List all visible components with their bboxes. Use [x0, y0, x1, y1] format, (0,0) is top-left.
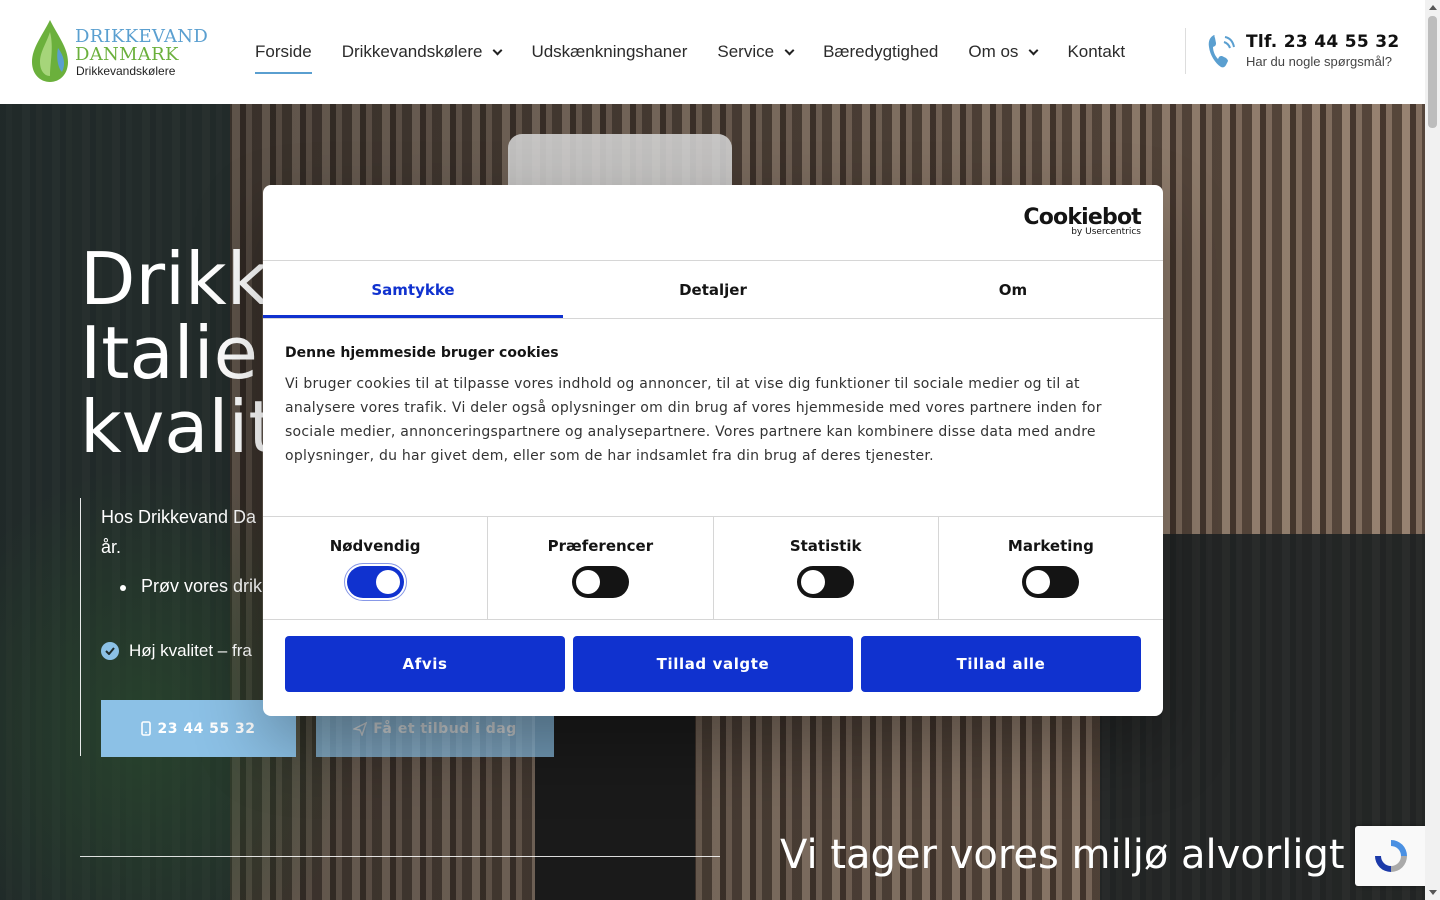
- scroll-up-arrow[interactable]: [1429, 5, 1437, 10]
- hero-accent-line: [80, 498, 81, 756]
- mobile-icon: [141, 721, 152, 736]
- category-statistics: Statistik: [714, 517, 939, 619]
- nav-item-kontakt[interactable]: Kontakt: [1067, 40, 1125, 64]
- site-header: Drikkevand Danmark Drikkevandskølere For…: [0, 0, 1425, 104]
- preferences-toggle[interactable]: [571, 566, 629, 598]
- dialog-divider: [263, 318, 1163, 319]
- tab-om[interactable]: Om: [863, 261, 1163, 318]
- header-divider: [1185, 28, 1186, 74]
- nav-item-udskænkningshaner[interactable]: Udskænkningshaner: [531, 40, 687, 64]
- nav-item-drikkevandskølere[interactable]: Drikkevandskølere: [341, 40, 503, 64]
- phone-icon: [1208, 35, 1235, 68]
- chevron-down-icon: [1028, 45, 1039, 55]
- get-offer-button-label: Få et tilbud i dag: [373, 720, 517, 737]
- tab-samtykke[interactable]: Samtykke: [263, 261, 563, 318]
- category-label: Nødvendig: [329, 537, 421, 555]
- cookiebot-logo[interactable]: Cookiebot by Usercentrics: [1023, 205, 1141, 237]
- category-label: Præferencer: [547, 537, 654, 555]
- site-logo[interactable]: Drikkevand Danmark Drikkevandskølere: [28, 18, 218, 84]
- hero-intro-text: Hos Drikkevand Da år.: [101, 507, 257, 557]
- nav-item-label: Bæredygtighed: [823, 42, 939, 61]
- cookie-description: Vi bruger cookies til at tilpasse vores …: [285, 376, 1102, 464]
- hero-bullet-item: Prøv vores drik: [120, 576, 262, 597]
- nav-item-label: Forside: [255, 42, 312, 61]
- category-marketing: Marketing: [939, 517, 1163, 619]
- recaptcha-icon: [1375, 840, 1407, 872]
- hero-divider: [80, 856, 720, 857]
- hero-title-line: Drikk: [80, 237, 269, 321]
- recaptcha-badge[interactable]: [1355, 826, 1427, 886]
- cookie-consent-dialog: Cookiebot by Usercentrics Samtykke Detal…: [263, 185, 1163, 716]
- nav-item-forside[interactable]: Forside: [255, 40, 312, 74]
- category-label: Marketing: [1007, 537, 1094, 555]
- logo-tagline: Drikkevandskølere: [76, 64, 176, 78]
- scrollbar-thumb[interactable]: [1428, 16, 1437, 128]
- nav-item-label: Udskænkningshaner: [531, 42, 688, 61]
- cookie-tabs: Samtykke Detaljer Om: [263, 261, 1163, 318]
- main-nav: Forside Drikkevandskølere Udskænkningshane…: [255, 40, 1155, 74]
- reject-button[interactable]: Afvis: [285, 636, 565, 692]
- chevron-down-icon: [493, 45, 503, 55]
- send-icon: [353, 721, 368, 736]
- category-preferences: Præferencer: [488, 517, 714, 619]
- check-circle-icon: [101, 642, 119, 660]
- header-phone-number[interactable]: Tlf. 23 44 55 32: [1246, 32, 1399, 52]
- hero-feature-text: Høj kvalitet – fra: [129, 641, 252, 660]
- environment-heading: Vi tager vores miljø alvorligt: [780, 832, 1345, 878]
- hero-feature: Høj kvalitet – fra: [101, 641, 252, 661]
- nav-item-service[interactable]: Service: [717, 40, 795, 64]
- category-label: Statistik: [789, 537, 862, 555]
- nav-item-om-os[interactable]: Om os: [968, 40, 1039, 64]
- allow-selected-button[interactable]: Tillad valgte: [573, 636, 853, 692]
- statistics-toggle[interactable]: [797, 566, 855, 598]
- call-button-label: 23 44 55 32: [157, 720, 256, 737]
- header-phone-question: Har du nogle spørgsmål?: [1246, 54, 1392, 69]
- logo-line2: Danmark: [75, 44, 179, 65]
- water-drop-leaf-icon: [32, 20, 68, 82]
- page-scrollbar[interactable]: [1425, 0, 1440, 900]
- marketing-toggle[interactable]: [1022, 566, 1080, 598]
- scroll-down-arrow[interactable]: [1429, 890, 1437, 895]
- cookie-actions: Afvis Tillad valgte Tillad alle: [285, 636, 1141, 692]
- category-necessary: Nødvendig: [263, 517, 489, 619]
- necessary-toggle[interactable]: [343, 563, 407, 601]
- hero-title-line: kvalit: [80, 385, 277, 469]
- hero-title-line: Italie: [80, 311, 258, 395]
- tab-detaljer[interactable]: Detaljer: [563, 261, 863, 318]
- hero-bullet-text: Prøv vores drik: [141, 576, 263, 596]
- nav-item-label: Om os: [968, 42, 1019, 61]
- nav-item-bæredygtighed[interactable]: Bæredygtighed: [823, 40, 938, 64]
- cookie-categories: Nødvendig Præferencer Statistik Marketin…: [263, 516, 1163, 620]
- nav-item-label: Drikkevandskølere: [341, 42, 483, 61]
- allow-all-button[interactable]: Tillad alle: [861, 636, 1141, 692]
- hero-title: Drikk Italie kvalit: [80, 242, 277, 464]
- cookie-heading: Denne hjemmeside bruger cookies: [285, 345, 559, 361]
- nav-item-label: Service: [717, 42, 775, 61]
- chevron-down-icon: [784, 45, 795, 55]
- nav-item-label: Kontakt: [1067, 42, 1126, 61]
